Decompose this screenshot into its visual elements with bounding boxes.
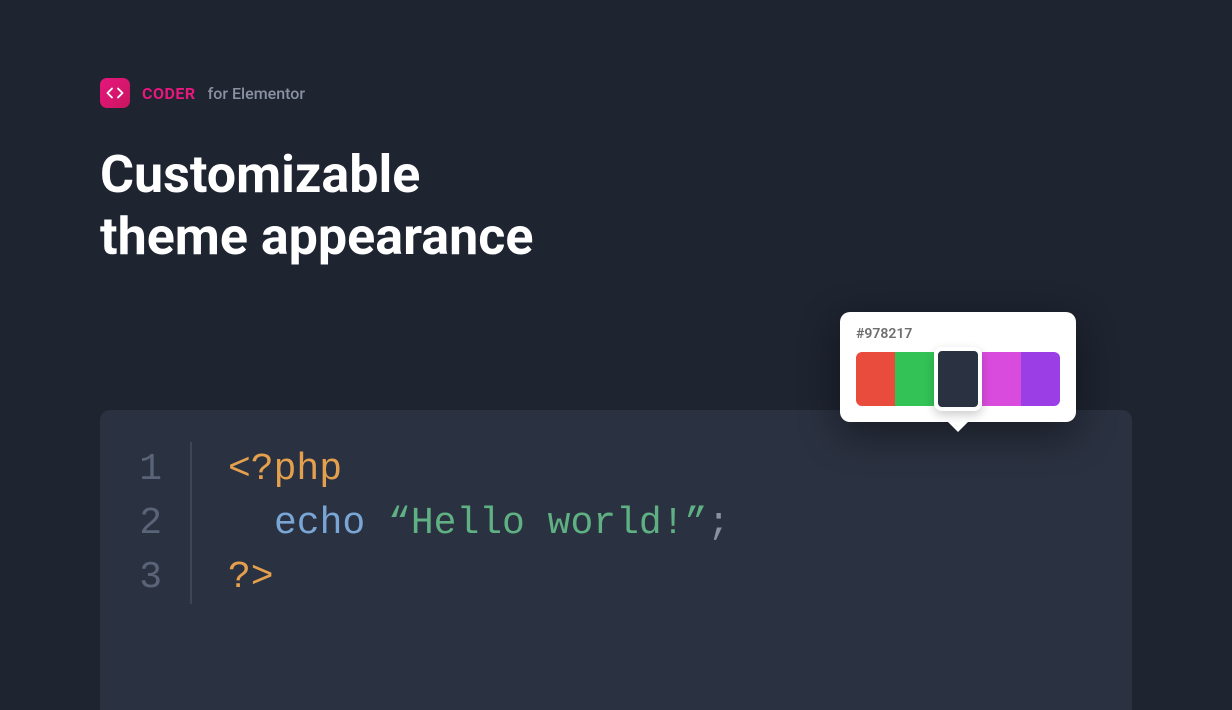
swatch-red[interactable] xyxy=(856,352,895,406)
swatch-purple[interactable] xyxy=(1021,352,1060,406)
code-content: echo “Hello world!”; xyxy=(228,502,730,545)
code-line-3: 3 ?> xyxy=(100,550,1132,604)
code-line-1: 1 <?php xyxy=(100,442,1132,496)
line-number: 1 xyxy=(100,448,190,491)
php-string: “Hello world!” xyxy=(388,502,707,545)
gutter-line xyxy=(190,550,192,604)
line-number: 2 xyxy=(100,502,190,545)
line-number: 3 xyxy=(100,556,190,599)
swatch-magenta[interactable] xyxy=(982,352,1021,406)
php-open-tag: <?php xyxy=(228,448,342,491)
gutter-line xyxy=(190,496,192,550)
code-line-2: 2 echo “Hello world!”; xyxy=(100,496,1132,550)
color-hex-label: #978217 xyxy=(856,326,1060,342)
popup-arrow-icon xyxy=(946,420,970,432)
brand-header: CODER for Elementor xyxy=(0,0,1232,108)
swatch-green[interactable] xyxy=(895,352,934,406)
code-content: <?php xyxy=(228,448,342,491)
title-line-1: Customizable xyxy=(100,144,420,205)
code-icon xyxy=(100,78,130,108)
gutter-line xyxy=(190,442,192,496)
code-editor: 1 <?php 2 echo “Hello world!”; 3 ?> xyxy=(100,410,1132,710)
color-swatches xyxy=(856,352,1060,406)
page-title: Customizable theme appearance xyxy=(0,108,1232,269)
title-line-2: theme appearance xyxy=(100,206,533,267)
brand-name: CODER xyxy=(142,84,196,103)
php-keyword: echo xyxy=(274,502,365,545)
code-content: ?> xyxy=(228,556,274,599)
brand-suffix: for Elementor xyxy=(208,84,305,103)
php-close-tag: ?> xyxy=(228,556,274,599)
color-picker-popup: #978217 xyxy=(840,312,1076,422)
php-punct: ; xyxy=(707,502,730,545)
swatch-dark-selected[interactable] xyxy=(934,347,983,411)
